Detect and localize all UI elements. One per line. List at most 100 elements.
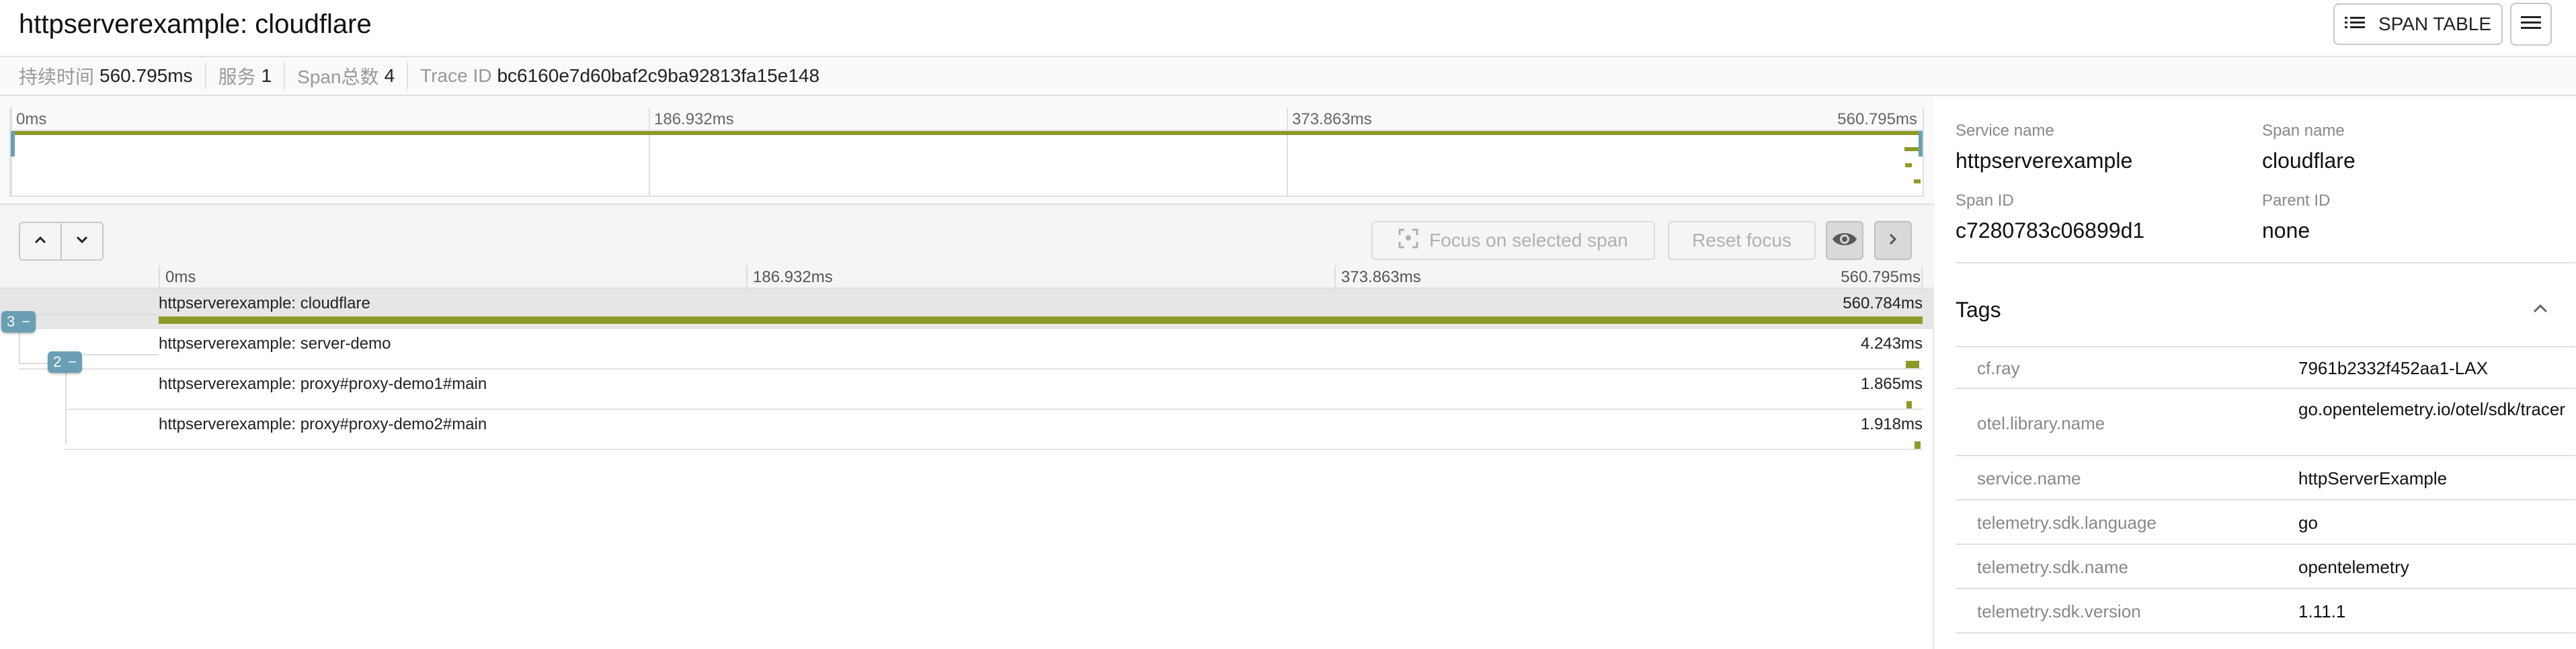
- ruler-tick-label: 373.863ms: [1341, 268, 1421, 286]
- stat-trace-id: Trace ID bc6160e7d60baf2c9ba92813fa15e14…: [420, 62, 832, 89]
- span-bar[interactable]: [159, 316, 1923, 324]
- tag-value: go: [2298, 513, 2318, 533]
- trace-minimap[interactable]: 0ms 186.932ms 373.863ms 560.795ms: [0, 96, 1934, 205]
- field-parent-id: Parent ID none: [2262, 191, 2330, 243]
- span-bar[interactable]: [1915, 441, 1921, 449]
- eye-icon: [1832, 230, 1857, 251]
- chevron-up-icon: [34, 235, 47, 248]
- ruler-tick: 186.932ms: [746, 265, 833, 289]
- hamburger-menu-icon: [2521, 15, 2541, 34]
- minimap-tick-label: 373.863ms: [1292, 110, 1372, 128]
- child-count: 3: [7, 313, 15, 330]
- tree-connector: [36, 314, 159, 315]
- child-count: 2: [53, 353, 62, 370]
- toggle-view-button[interactable]: [1826, 221, 1863, 260]
- minimap-viewport-left-handle[interactable]: [11, 131, 15, 157]
- ruler-tick: 0ms: [159, 265, 196, 289]
- focus-frame-icon: [1398, 228, 1418, 253]
- stat-label: Trace ID: [420, 65, 492, 86]
- span-duration: 4.243ms: [1860, 335, 1923, 353]
- ruler-tick: [1921, 265, 1923, 289]
- collapse-children-badge[interactable]: 2 −: [48, 351, 83, 373]
- span-bar[interactable]: [1906, 401, 1913, 408]
- list-icon: [2344, 13, 2365, 35]
- trace-header: httpserverexample: cloudflare SPAN TABLE: [0, 0, 2576, 57]
- tag-value: 1.11.1: [2298, 601, 2346, 621]
- tag-row: telemetry.sdk.language go: [1956, 501, 2575, 545]
- ruler-tick-label: 560.795ms: [1841, 268, 1921, 286]
- minimap-tick-label: 186.932ms: [654, 110, 734, 128]
- span-row[interactable]: httpserverexample: proxy#proxy-demo2#mai…: [0, 410, 1934, 450]
- tag-key: telemetry.sdk.name: [1977, 557, 2128, 577]
- field-label: Parent ID: [2262, 191, 2331, 210]
- minimap-span-bar: [1904, 147, 1919, 151]
- tag-key: service.name: [1977, 468, 2081, 488]
- stat-value: 560.795ms: [99, 65, 193, 86]
- span-row[interactable]: httpserverexample: proxy#proxy-demo1#mai…: [0, 370, 1934, 410]
- focus-selected-span-button[interactable]: Focus on selected span: [1371, 221, 1655, 260]
- row-divider: [65, 449, 1923, 450]
- field-value: none: [2262, 218, 2310, 243]
- field-span-name: Span name cloudflare: [2262, 122, 2356, 173]
- detail-divider: [1956, 262, 2575, 263]
- minimap-viewport-right-handle[interactable]: [1919, 131, 1923, 157]
- tag-row: service.name httpServerExample: [1956, 456, 2575, 501]
- expand-detail-button[interactable]: [1874, 221, 1912, 260]
- span-name: httpserverexample: cloudflare: [159, 294, 370, 312]
- field-label: Span ID: [1956, 191, 2014, 210]
- trace-stats-bar: 持续时间 560.795ms 服务 1 Span总数 4 Trace ID bc…: [0, 57, 2576, 96]
- field-label: Service name: [1956, 122, 2054, 140]
- span-duration: 1.918ms: [1860, 415, 1923, 433]
- tag-row: cf.ray 7961b2332f452aa1-LAX: [1956, 347, 2575, 389]
- tag-value: httpServerExample: [2298, 468, 2448, 488]
- tag-value: 7961b2332f452aa1-LAX: [2298, 358, 2488, 378]
- stat-value: bc6160e7d60baf2c9ba92813fa15e148: [497, 65, 820, 86]
- tag-key: cf.ray: [1977, 358, 2020, 378]
- stat-value: 4: [384, 65, 395, 86]
- minimap-span-bar: [1914, 179, 1921, 183]
- minimap-canvas[interactable]: [11, 131, 1923, 196]
- collapse-icon: −: [68, 353, 77, 370]
- tag-value: opentelemetry: [2298, 557, 2409, 577]
- timeline-toolbar: Focus on selected span Reset focus: [0, 205, 1934, 265]
- field-label: Span name: [2262, 122, 2345, 140]
- span-name: httpserverexample: proxy#proxy-demo1#mai…: [159, 375, 487, 393]
- span-nav-group: [19, 222, 104, 261]
- next-span-button[interactable]: [62, 223, 102, 259]
- chevron-up-icon[interactable]: [2532, 303, 2548, 317]
- tag-key: otel.library.name: [1977, 413, 2105, 433]
- field-value: c7280783c06899d1: [1956, 218, 2145, 243]
- prev-span-button[interactable]: [20, 223, 62, 259]
- chevron-right-icon: [1888, 232, 1898, 249]
- minimap-ruler: [11, 107, 1923, 131]
- minimap-tick-label: 0ms: [16, 110, 47, 128]
- field-span-id: Span ID c7280783c06899d1: [1956, 191, 2144, 243]
- tag-key: telemetry.sdk.version: [1977, 601, 2141, 621]
- tag-row: telemetry.sdk.version 1.11.1: [1956, 589, 2575, 634]
- stat-label: Span总数: [297, 67, 379, 87]
- timeline-panel: 0ms 186.932ms 373.863ms 560.795ms Focus …: [0, 96, 1934, 649]
- span-bar[interactable]: [1906, 361, 1920, 368]
- minimap-tick-label: 560.795ms: [1837, 110, 1917, 128]
- minimap-box[interactable]: 0ms 186.932ms 373.863ms 560.795ms: [9, 107, 1924, 197]
- reset-focus-button[interactable]: Reset focus: [1668, 221, 1816, 260]
- tags-title: Tags: [1956, 298, 2001, 322]
- menu-button[interactable]: [2510, 3, 2552, 46]
- reset-focus-label: Reset focus: [1692, 230, 1792, 251]
- span-row[interactable]: httpserverexample: cloudflare 560.784ms: [0, 289, 1934, 329]
- span-table-button[interactable]: SPAN TABLE: [2333, 3, 2503, 45]
- stat-value: 1: [261, 65, 272, 86]
- tag-row: telemetry.sdk.name opentelemetry: [1956, 545, 2575, 589]
- trace-title: httpserverexample: cloudflare: [19, 9, 372, 39]
- stat-label: 服务: [218, 67, 256, 87]
- tree-connector: [83, 354, 159, 355]
- timeline-ruler: 0ms 186.932ms 373.863ms 560.795ms: [0, 265, 1934, 289]
- field-value: httpserverexample: [1956, 148, 2133, 173]
- ruler-tick: 373.863ms: [1334, 265, 1421, 289]
- span-name: httpserverexample: server-demo: [159, 335, 391, 353]
- span-name: httpserverexample: proxy#proxy-demo2#mai…: [159, 415, 487, 433]
- ruler-tick-label: 0ms: [165, 268, 196, 286]
- tag-value: go.opentelemetry.io/otel/sdk/tracer: [2298, 399, 2565, 419]
- span-row[interactable]: httpserverexample: server-demo 4.243ms: [0, 329, 1934, 370]
- collapse-children-badge[interactable]: 3 −: [1, 311, 36, 333]
